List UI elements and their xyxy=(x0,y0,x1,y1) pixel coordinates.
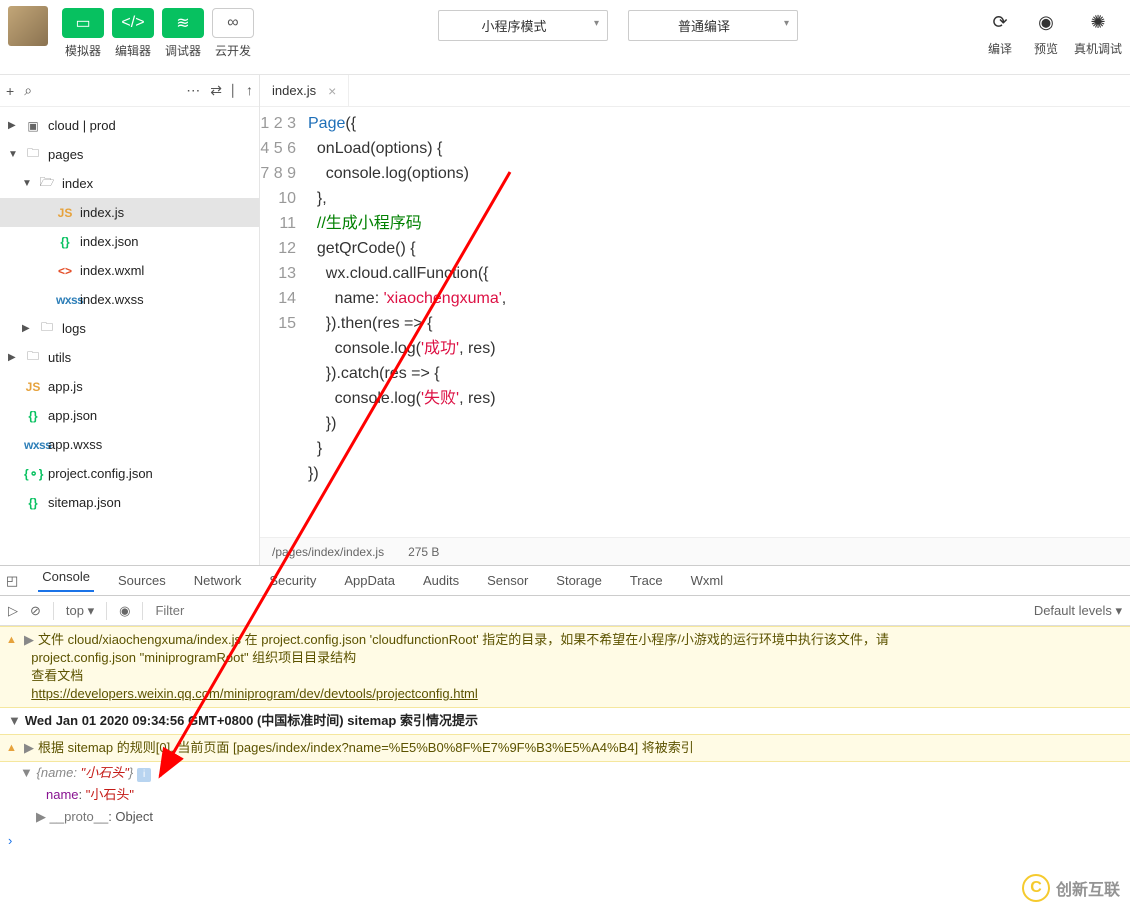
mode-dropdown[interactable]: 小程序模式 xyxy=(438,10,608,41)
cloud-icon: ∞ xyxy=(212,8,254,38)
file-size: 275 B xyxy=(408,545,439,559)
phone-icon: ▭ xyxy=(62,8,104,38)
tab-security[interactable]: Security xyxy=(265,573,320,588)
tree-pages-folder[interactable]: ▼🗀pages xyxy=(0,140,259,169)
folder-open-icon: 🗁 xyxy=(38,173,56,194)
console-object-summary[interactable]: ▼ {name: "小石头"}i xyxy=(0,762,1130,784)
preview-button[interactable]: ◉ 预览 xyxy=(1028,6,1064,57)
cloud-dev-button[interactable]: ∞ 云开发 xyxy=(212,6,254,59)
devtools-panel: ◰ Console Sources Network Security AppDa… xyxy=(0,565,1130,908)
devtools-tabs: ◰ Console Sources Network Security AppDa… xyxy=(0,566,1130,596)
tab-label: index.js xyxy=(272,83,316,98)
console-output[interactable]: ▶文件 cloud/xiaochengxuma/index.js 在 proje… xyxy=(0,626,1130,908)
refresh-icon: ⟳ xyxy=(982,8,1018,36)
tree-project-config[interactable]: {⚬}project.config.json xyxy=(0,459,259,488)
tree-logs-folder[interactable]: ▶🗀logs xyxy=(0,314,259,343)
tree-index-wxml[interactable]: <>index.wxml xyxy=(0,256,259,285)
console-prompt[interactable]: › xyxy=(0,828,1130,854)
settings-icon[interactable]: ⎸↑ xyxy=(232,82,253,99)
top-toolbar: ▭ 模拟器 </> 编辑器 ≋ 调试器 ∞ 云开发 小程序模式 普通编译 ⟳ 编… xyxy=(0,0,1130,75)
compile-dropdown[interactable]: 普通编译 xyxy=(628,10,798,41)
tree-app-json[interactable]: {}app.json xyxy=(0,401,259,430)
code-editor: index.js × 1 2 3 4 5 6 7 8 9 10 11 12 13… xyxy=(260,75,1130,565)
more-icon[interactable]: ⋯ xyxy=(186,82,200,99)
js-file-icon: JS xyxy=(56,206,74,220)
cloud-folder-icon: ▣ xyxy=(24,119,42,133)
tab-appdata[interactable]: AppData xyxy=(340,573,399,588)
tab-network[interactable]: Network xyxy=(190,573,246,588)
json-file-icon: {} xyxy=(24,496,42,510)
editor-tab-index-js[interactable]: index.js × xyxy=(260,75,349,106)
folder-icon: 🗀 xyxy=(38,318,56,339)
explorer-toolbar: + ⌕ ⋯ ⇄ ⎸↑ xyxy=(0,75,259,107)
tree-index-js[interactable]: JSindex.js xyxy=(0,198,259,227)
tree-app-wxss[interactable]: wxssapp.wxss xyxy=(0,430,259,459)
live-expr-icon[interactable]: ◉ xyxy=(119,603,130,619)
folder-icon: 🗀 xyxy=(24,144,42,165)
code-area[interactable]: 1 2 3 4 5 6 7 8 9 10 11 12 13 14 15 Page… xyxy=(260,107,1130,537)
debugger-button[interactable]: ≋ 调试器 xyxy=(162,6,204,59)
file-path: /pages/index/index.js xyxy=(272,545,384,559)
tab-console[interactable]: Console xyxy=(38,569,94,592)
tree-app-js[interactable]: JSapp.js xyxy=(0,372,259,401)
console-warning-sitemap: ▶根据 sitemap 的规则[0], 当前页面 [pages/index/in… xyxy=(0,734,1130,762)
remote-debug-button[interactable]: ✺ 真机调试 xyxy=(1074,6,1122,57)
console-object-prop: name: "小石头" xyxy=(0,784,1130,806)
watermark: C 创新互联 xyxy=(1022,874,1120,902)
filter-input[interactable] xyxy=(155,603,1021,618)
search-icon[interactable]: ⌕ xyxy=(24,82,32,99)
wxss-file-icon: wxss xyxy=(24,438,42,452)
wxml-file-icon: <> xyxy=(56,264,74,278)
tree-index-folder[interactable]: ▼🗁index xyxy=(0,169,259,198)
scope-dropdown[interactable]: top ▾ xyxy=(66,603,94,619)
json-file-icon: {} xyxy=(24,409,42,423)
tree-index-json[interactable]: {}index.json xyxy=(0,227,259,256)
play-icon[interactable]: ▷ xyxy=(8,603,18,619)
tab-storage[interactable]: Storage xyxy=(552,573,606,588)
bug-icon: ✺ xyxy=(1080,8,1116,36)
watermark-logo-icon: C xyxy=(1022,874,1050,902)
simulator-button[interactable]: ▭ 模拟器 xyxy=(62,6,104,59)
inspect-icon[interactable]: ◰ xyxy=(6,573,18,589)
tab-trace[interactable]: Trace xyxy=(626,573,667,588)
debug-icon: ≋ xyxy=(162,8,204,38)
new-file-icon[interactable]: + xyxy=(6,83,14,99)
code-icon: </> xyxy=(112,8,154,38)
console-warning: ▶文件 cloud/xiaochengxuma/index.js 在 proje… xyxy=(0,626,1130,708)
close-tab-icon[interactable]: × xyxy=(328,83,336,99)
tab-wxml[interactable]: Wxml xyxy=(687,573,728,588)
tree-cloud-folder[interactable]: ▶▣cloud | prod xyxy=(0,111,259,140)
editor-button[interactable]: </> 编辑器 xyxy=(112,6,154,59)
tab-sources[interactable]: Sources xyxy=(114,573,170,588)
config-file-icon: {⚬} xyxy=(24,467,42,481)
file-explorer: + ⌕ ⋯ ⇄ ⎸↑ ▶▣cloud | prod ▼🗀pages ▼🗁inde… xyxy=(0,75,260,565)
console-toolbar: ▷ ⊘ top ▾ ◉ Default levels ▾ xyxy=(0,596,1130,626)
compile-button[interactable]: ⟳ 编译 xyxy=(982,6,1018,57)
tab-audits[interactable]: Audits xyxy=(419,573,463,588)
folder-icon: 🗀 xyxy=(24,347,42,368)
console-object-proto[interactable]: ▶ __proto__: Object xyxy=(0,806,1130,828)
clear-icon[interactable]: ⊘ xyxy=(30,603,41,619)
json-file-icon: {} xyxy=(56,235,74,249)
collapse-icon[interactable]: ⇄ xyxy=(210,82,222,99)
project-avatar[interactable] xyxy=(8,6,48,46)
js-file-icon: JS xyxy=(24,380,42,394)
levels-dropdown[interactable]: Default levels ▾ xyxy=(1034,603,1122,619)
editor-statusbar: /pages/index/index.js 275 B xyxy=(260,537,1130,565)
info-icon[interactable]: i xyxy=(137,768,151,782)
wxss-file-icon: wxss xyxy=(56,293,74,307)
eye-icon: ◉ xyxy=(1028,8,1064,36)
tab-sensor[interactable]: Sensor xyxy=(483,573,532,588)
doc-link[interactable]: https://developers.weixin.qq.com/minipro… xyxy=(31,686,478,701)
tree-index-wxss[interactable]: wxssindex.wxss xyxy=(0,285,259,314)
sitemap-heading: ▼Wed Jan 01 2020 09:34:56 GMT+0800 (中国标准… xyxy=(0,708,1130,734)
tree-utils-folder[interactable]: ▶🗀utils xyxy=(0,343,259,372)
tree-sitemap[interactable]: {}sitemap.json xyxy=(0,488,259,517)
